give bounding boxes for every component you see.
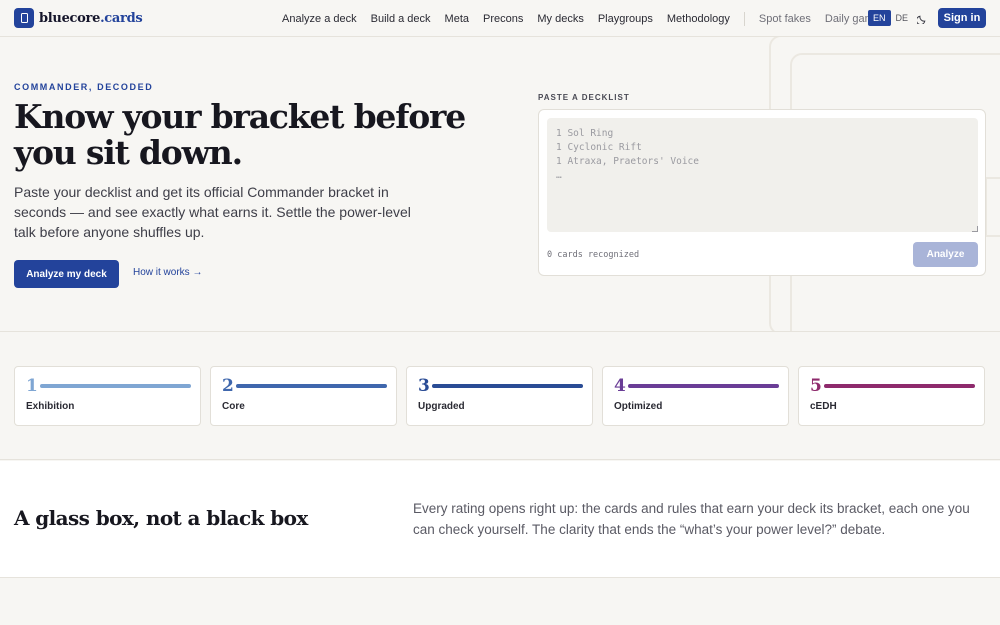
- section-title: A glass box, not a black box: [14, 506, 308, 530]
- glass-box-section: A glass box, not a black box Every ratin…: [0, 461, 1000, 578]
- nav-link-playgroups[interactable]: Playgroups: [598, 13, 653, 25]
- paste-label: PASTE A DECKLIST: [538, 93, 630, 102]
- bracket-name: cEDH: [810, 401, 837, 412]
- lang-en-button[interactable]: EN: [868, 10, 891, 26]
- nav-link-analyze[interactable]: Analyze a deck: [282, 13, 357, 25]
- bracket-number: 4: [614, 376, 626, 396]
- nav-divider: [743, 11, 745, 26]
- hero-eyebrow: COMMANDER, DECODED: [14, 82, 154, 92]
- lang-de-button[interactable]: DE: [891, 10, 914, 26]
- bracket-name: Exhibition: [26, 401, 75, 412]
- bracket-scale: 1 Exhibition 2 Core 3 Upgraded 4 Optimiz…: [0, 333, 1000, 460]
- language-switcher: EN DE: [868, 10, 913, 26]
- bracket-number: 5: [810, 376, 822, 396]
- cards-recognized-count: 0 cards recognized: [547, 250, 640, 260]
- bracket-card-2[interactable]: 2 Core: [210, 366, 397, 426]
- nav-link-precons[interactable]: Precons: [483, 13, 523, 25]
- bracket-name: Core: [222, 401, 245, 412]
- hero-lede: Paste your decklist and get its official…: [14, 184, 411, 240]
- bracket-name: Optimized: [614, 401, 663, 412]
- bracket-card-5[interactable]: 5 cEDH: [798, 366, 985, 426]
- bracket-card-3[interactable]: 3 Upgraded: [406, 366, 593, 426]
- brand-name: bluecore.cards: [39, 10, 143, 26]
- bracket-name: Upgraded: [418, 401, 465, 412]
- bracket-bar: [236, 384, 387, 388]
- card-logo-icon: [14, 8, 34, 28]
- bracket-number: 2: [222, 376, 234, 396]
- bracket-bar: [824, 384, 975, 388]
- resize-handle-icon[interactable]: [972, 226, 978, 232]
- bracket-card-1[interactable]: 1 Exhibition: [14, 366, 201, 426]
- how-it-works-link[interactable]: How it works →: [133, 267, 202, 278]
- bracket-bar: [432, 384, 583, 388]
- hero-section: COMMANDER, DECODED Know your bracket bef…: [0, 37, 1000, 332]
- analyze-button[interactable]: Analyze: [913, 242, 978, 267]
- nav-link-methodology[interactable]: Methodology: [667, 13, 730, 25]
- decklist-input[interactable]: 1 Sol Ring 1 Cyclonic Rift 1 Atraxa, Pra…: [547, 118, 978, 232]
- nav-link-my-decks[interactable]: My decks: [537, 13, 583, 25]
- hero-headline: Know your bracket before you sit down.: [14, 97, 466, 172]
- nav-link-build[interactable]: Build a deck: [371, 13, 431, 25]
- section-body: Every rating opens right up: the cards a…: [413, 501, 970, 537]
- decorative-frame: [985, 177, 1000, 237]
- paste-panel: 1 Sol Ring 1 Cyclonic Rift 1 Atraxa, Pra…: [538, 109, 986, 276]
- bracket-card-4[interactable]: 4 Optimized: [602, 366, 789, 426]
- sign-in-button[interactable]: Sign in: [938, 8, 986, 28]
- moon-icon[interactable]: [914, 10, 930, 26]
- bracket-number: 3: [418, 376, 430, 396]
- top-nav: bluecore.cards Analyze a deck Build a de…: [0, 0, 1000, 37]
- nav-link-spot-fakes[interactable]: Spot fakes: [759, 13, 811, 25]
- nav-link-meta[interactable]: Meta: [445, 13, 469, 25]
- bracket-number: 1: [26, 376, 38, 396]
- bracket-bar: [40, 384, 191, 388]
- nav-links: Analyze a deck Build a deck Meta Precons…: [282, 0, 894, 37]
- bracket-bar: [628, 384, 779, 388]
- brand-logo[interactable]: bluecore.cards: [14, 8, 143, 28]
- analyze-my-deck-button[interactable]: Analyze my deck: [14, 260, 119, 288]
